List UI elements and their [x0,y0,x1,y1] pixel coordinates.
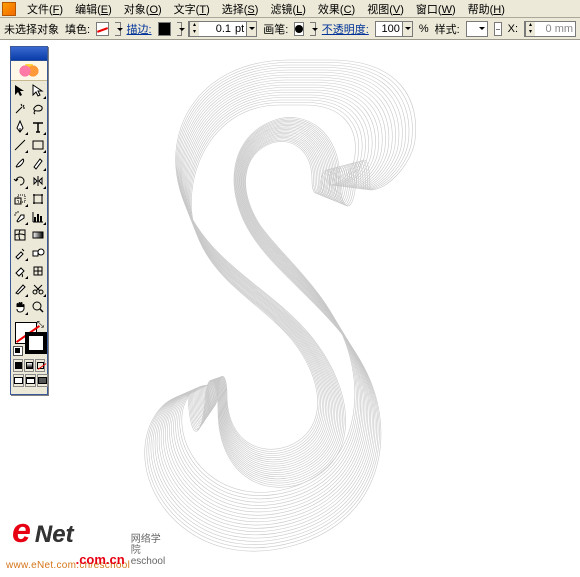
graph-tool[interactable] [29,208,47,226]
screen-mode-full-menu[interactable] [25,374,36,387]
watermark-cn: 网络学院 eschool [131,534,165,567]
menu-filter[interactable]: 滤镜(L) [265,0,310,18]
stroke-label[interactable]: 描边: [127,21,152,37]
watermark-e: e [12,517,31,545]
opacity-label[interactable]: 不透明度: [322,21,369,37]
menu-select[interactable]: 选择(S) [217,0,264,18]
pen-tool[interactable] [11,118,29,136]
gradient-tool[interactable] [29,226,47,244]
color-mode-button[interactable] [13,359,23,372]
line-tool[interactable] [11,136,29,154]
opacity-input[interactable] [375,21,413,37]
watermark-com: .com.cn [76,552,125,567]
fill-dropdown[interactable] [115,22,120,36]
symbol-sprayer-tool[interactable] [11,208,29,226]
brush-label: 画笔: [263,21,288,37]
zoom-tool[interactable] [29,298,47,316]
brush-preview[interactable] [294,22,304,36]
fill-label: 填色: [65,21,90,37]
rectangle-tool[interactable] [29,136,47,154]
stroke-swatch[interactable] [158,22,171,36]
menu-window[interactable]: 窗口(W) [411,0,461,18]
screen-mode-full[interactable] [37,374,48,387]
fill-stroke-control[interactable]: ⤡ [13,320,45,356]
menu-view[interactable]: 视图(V) [362,0,409,18]
app-icon [2,2,16,16]
x-label: X: [508,23,518,35]
toolbox-titlebar[interactable] [11,47,47,61]
screen-mode-normal[interactable] [13,374,24,387]
rotate-tool[interactable] [11,172,29,190]
x-field[interactable] [535,23,575,35]
watermark-net: Net [35,521,74,549]
lasso-tool[interactable] [29,100,47,118]
tool-grid [11,81,47,317]
screen-mode-row [11,373,47,390]
free-transform-tool[interactable] [29,190,47,208]
none-mode-button[interactable] [35,359,45,372]
opacity-unit: % [419,23,429,35]
flower-icon [19,64,39,78]
watermark: e Net .com.cn 网络学院 eschool www.eNet.com.… [6,562,130,571]
scissors-tool[interactable] [29,280,47,298]
artwork-s-blend [90,40,470,560]
direct-selection-tool[interactable] [29,82,47,100]
brush-dropdown[interactable] [310,22,315,36]
gradient-mode-button[interactable] [24,359,34,372]
control-bar: 未选择对象 填色: 描边: ▴▾ pt 画笔: 不透明度: % 样式: X: ▴… [0,18,580,40]
scale-tool[interactable] [11,190,29,208]
blend-tool[interactable] [29,244,47,262]
magic-wand-tool[interactable] [11,100,29,118]
stroke-weight-dropdown[interactable] [246,22,256,36]
live-paint-selection-tool[interactable] [29,262,47,280]
x-input[interactable]: ▴▾ [524,21,576,37]
reflect-tool[interactable] [29,172,47,190]
eyedropper-tool[interactable] [11,244,29,262]
type-tool[interactable] [29,118,47,136]
style-label: 样式: [435,21,460,37]
stroke-weight-field[interactable] [199,23,233,35]
style-select[interactable] [466,21,488,37]
default-fill-stroke-icon[interactable] [13,346,23,356]
menu-object[interactable]: 对象(O) [119,0,167,18]
color-mode-row [11,358,47,373]
selection-status: 未选择对象 [4,21,59,37]
opacity-field[interactable] [376,23,402,35]
fill-swatch[interactable] [96,22,109,36]
menu-edit[interactable]: 编辑(E) [70,0,117,18]
menu-file[interactable]: 文件(F) [22,0,68,18]
stroke-weight-input[interactable]: ▴▾ pt [188,21,257,37]
toolbox: ⤡ [10,46,48,395]
menu-effect[interactable]: 效果(C) [313,0,360,18]
opacity-dropdown[interactable] [402,22,412,36]
reference-point-icon[interactable] [494,22,502,36]
stroke-unit: pt [233,23,246,35]
selection-tool[interactable] [11,82,29,100]
stroke-indicator[interactable] [25,332,47,354]
stroke-dropdown[interactable] [177,22,182,36]
mesh-tool[interactable] [11,226,29,244]
paintbrush-tool[interactable] [11,154,29,172]
menu-help[interactable]: 帮助(H) [463,0,510,18]
live-paint-tool[interactable] [11,262,29,280]
slice-tool[interactable] [11,280,29,298]
canvas[interactable] [0,40,580,577]
pencil-tool[interactable] [29,154,47,172]
menu-bar: 文件(F) 编辑(E) 对象(O) 文字(T) 选择(S) 滤镜(L) 效果(C… [0,0,580,18]
hand-tool[interactable] [11,298,29,316]
toolbox-brand [11,61,47,81]
menu-type[interactable]: 文字(T) [169,0,215,18]
